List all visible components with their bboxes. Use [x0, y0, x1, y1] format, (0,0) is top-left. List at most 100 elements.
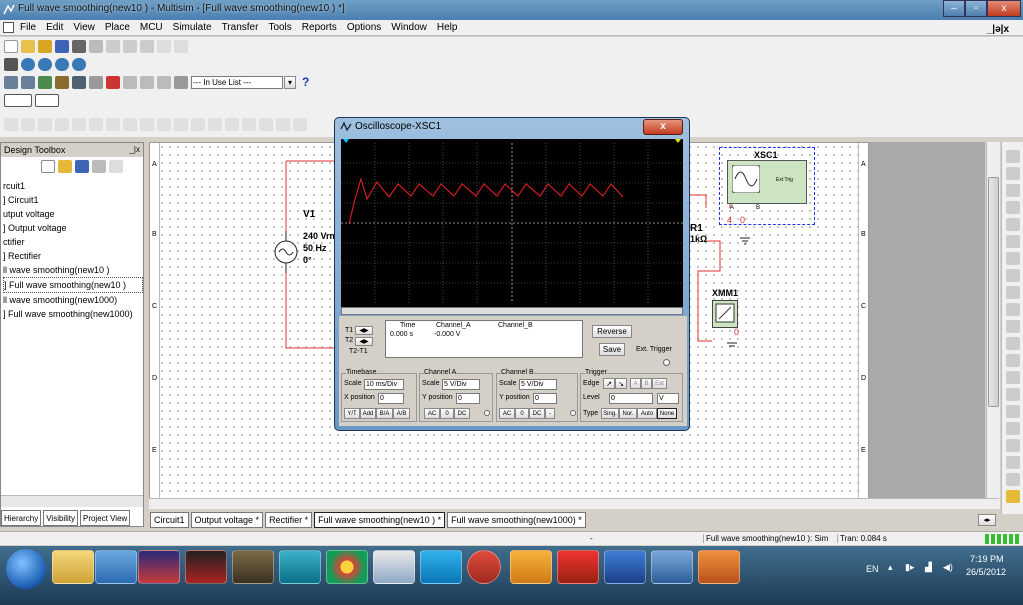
start-button-icon[interactable] [6, 549, 46, 589]
multisim-blocks-icon[interactable] [138, 550, 180, 584]
arduino-icon[interactable] [279, 550, 321, 584]
powerpoint-icon[interactable] [698, 550, 740, 584]
agilent-scope-icon[interactable] [1005, 422, 1020, 435]
volume-icon[interactable]: ◀) [943, 562, 953, 573]
menu-reports[interactable]: Reports [302, 20, 337, 35]
spectrum-analyzer-icon[interactable] [1005, 354, 1020, 367]
tab-full-wave-new10[interactable]: Full wave smoothing(new10 ) * [314, 512, 446, 528]
electromechanical-icon[interactable] [259, 117, 273, 131]
grapher-app-icon[interactable] [604, 550, 646, 584]
zoom-out-icon[interactable] [38, 57, 52, 71]
channel-b-ypos-field[interactable]: 0 [533, 393, 557, 404]
save-file-icon[interactable] [75, 160, 89, 173]
screen-scrollbar[interactable] [341, 307, 683, 315]
pickit-icon[interactable] [185, 550, 227, 584]
channel-b-minus-button[interactable]: - [545, 408, 555, 419]
logic-analyzer-icon[interactable] [1005, 286, 1020, 299]
tab-output-voltage[interactable]: Output voltage * [190, 512, 264, 528]
media-player-icon[interactable] [95, 550, 137, 584]
add-mode-button[interactable]: Add [360, 408, 376, 419]
distortion-analyzer-icon[interactable] [1005, 337, 1020, 350]
measurement-probe-icon[interactable] [1005, 456, 1020, 469]
rf-icon[interactable] [242, 117, 256, 131]
menu-edit[interactable]: Edit [46, 20, 63, 35]
cmos-icon[interactable] [106, 117, 120, 131]
in-use-list-dropdown-icon[interactable]: ▾ [284, 75, 296, 89]
channel-b-zero-button[interactable]: 0 [515, 408, 529, 419]
misc-digital-icon[interactable] [157, 117, 171, 131]
open-file-icon[interactable] [58, 160, 72, 173]
files-icon[interactable] [510, 550, 552, 584]
ba-mode-button[interactable]: B/A [376, 408, 393, 419]
tree-item[interactable]: ctifier [3, 235, 143, 249]
oscilloscope-tool-icon[interactable] [1005, 201, 1020, 214]
none-trigger-button[interactable]: None [657, 408, 677, 419]
fullscreen-icon[interactable] [4, 57, 18, 71]
menu-place[interactable]: Place [105, 20, 130, 35]
multisim-taskbar-icon[interactable] [651, 550, 693, 584]
tree-item[interactable]: ] Rectifier [3, 249, 143, 263]
new-file-icon[interactable] [41, 160, 55, 173]
channel-b-terminal[interactable] [570, 410, 576, 416]
tab-circuit1[interactable]: Circuit1 [150, 512, 189, 528]
explorer-icon[interactable] [52, 550, 94, 584]
labview-icon[interactable] [1005, 473, 1020, 486]
help-icon[interactable]: ? [302, 75, 309, 89]
maximize-button[interactable]: ▫ [965, 0, 987, 17]
tree-item[interactable]: ll wave smoothing(new1000) [3, 293, 143, 307]
power-icon[interactable] [208, 117, 222, 131]
falling-edge-icon[interactable]: ↘ [615, 378, 627, 389]
advanced-icon[interactable] [140, 117, 154, 131]
transfer-icon[interactable] [140, 75, 154, 89]
trigger-source-b-button[interactable]: B [641, 378, 652, 389]
tab-visibility[interactable]: Visibility [43, 510, 78, 526]
menu-tools[interactable]: Tools [268, 20, 291, 35]
new-icon[interactable] [4, 39, 18, 53]
pause-icon[interactable] [35, 93, 59, 107]
bus-icon[interactable] [293, 117, 307, 131]
clock-date[interactable]: 26/5/2012 [966, 567, 1006, 577]
workspace-horizontal-scrollbar[interactable] [149, 498, 999, 509]
tree-item[interactable]: ] Circuit1 [3, 193, 143, 207]
channel-b-ac-button[interactable]: AC [499, 408, 515, 419]
document-window-controls[interactable]: _|ə|x [987, 22, 1009, 37]
network-icon[interactable]: ▟ [925, 562, 932, 573]
show-hidden-icons-icon[interactable]: ▴ [888, 562, 893, 573]
database-icon[interactable] [38, 75, 52, 89]
agilent-generator-icon[interactable] [1005, 388, 1020, 401]
agilent-multimeter-icon[interactable] [1005, 405, 1020, 418]
wattmeter-icon[interactable] [1005, 184, 1020, 197]
toolbox-horizontal-scrollbar[interactable] [1, 495, 143, 507]
x-position-field[interactable]: 0 [378, 393, 404, 404]
print-preview-icon[interactable] [89, 39, 103, 53]
paste-icon[interactable] [140, 39, 154, 53]
tree-item[interactable]: ] Output voltage [3, 221, 143, 235]
menu-mcu[interactable]: MCU [140, 20, 163, 35]
auto-trigger-button[interactable]: Auto [637, 408, 657, 419]
menu-transfer[interactable]: Transfer [222, 20, 259, 35]
clock-time[interactable]: 7:19 PM [970, 554, 1004, 564]
redo-icon[interactable] [174, 39, 188, 53]
level-field[interactable]: 0 [609, 393, 653, 404]
xmm1-instrument[interactable] [712, 300, 738, 328]
iv-analyzer-icon[interactable] [1005, 320, 1020, 333]
trigger-source-a-button[interactable]: A [630, 378, 641, 389]
bug-app-icon[interactable] [232, 550, 274, 584]
language-indicator[interactable]: EN [866, 564, 879, 574]
tab-scroll-arrows-icon[interactable]: ◂▸ [978, 514, 996, 526]
element-list-icon[interactable] [174, 75, 188, 89]
close-button[interactable]: x [987, 0, 1021, 17]
tree-item[interactable]: utput voltage [3, 207, 143, 221]
timebase-scale-field[interactable]: 10 ms/Div [364, 379, 404, 390]
channel-a-zero-button[interactable]: 0 [440, 408, 454, 419]
menu-help[interactable]: Help [437, 20, 458, 35]
menu-simulate[interactable]: Simulate [173, 20, 212, 35]
open-folder-icon[interactable] [38, 39, 52, 53]
indicator-icon[interactable] [191, 117, 205, 131]
in-use-list-select[interactable]: --- In Use List --- [191, 75, 283, 89]
workspace-vertical-scrollbar[interactable] [986, 142, 1000, 509]
flag-icon[interactable]: ▮▸ [905, 562, 914, 573]
spreadsheet-icon[interactable] [21, 75, 35, 89]
capture-icon[interactable] [123, 75, 137, 89]
mcu-icon[interactable] [123, 117, 137, 131]
